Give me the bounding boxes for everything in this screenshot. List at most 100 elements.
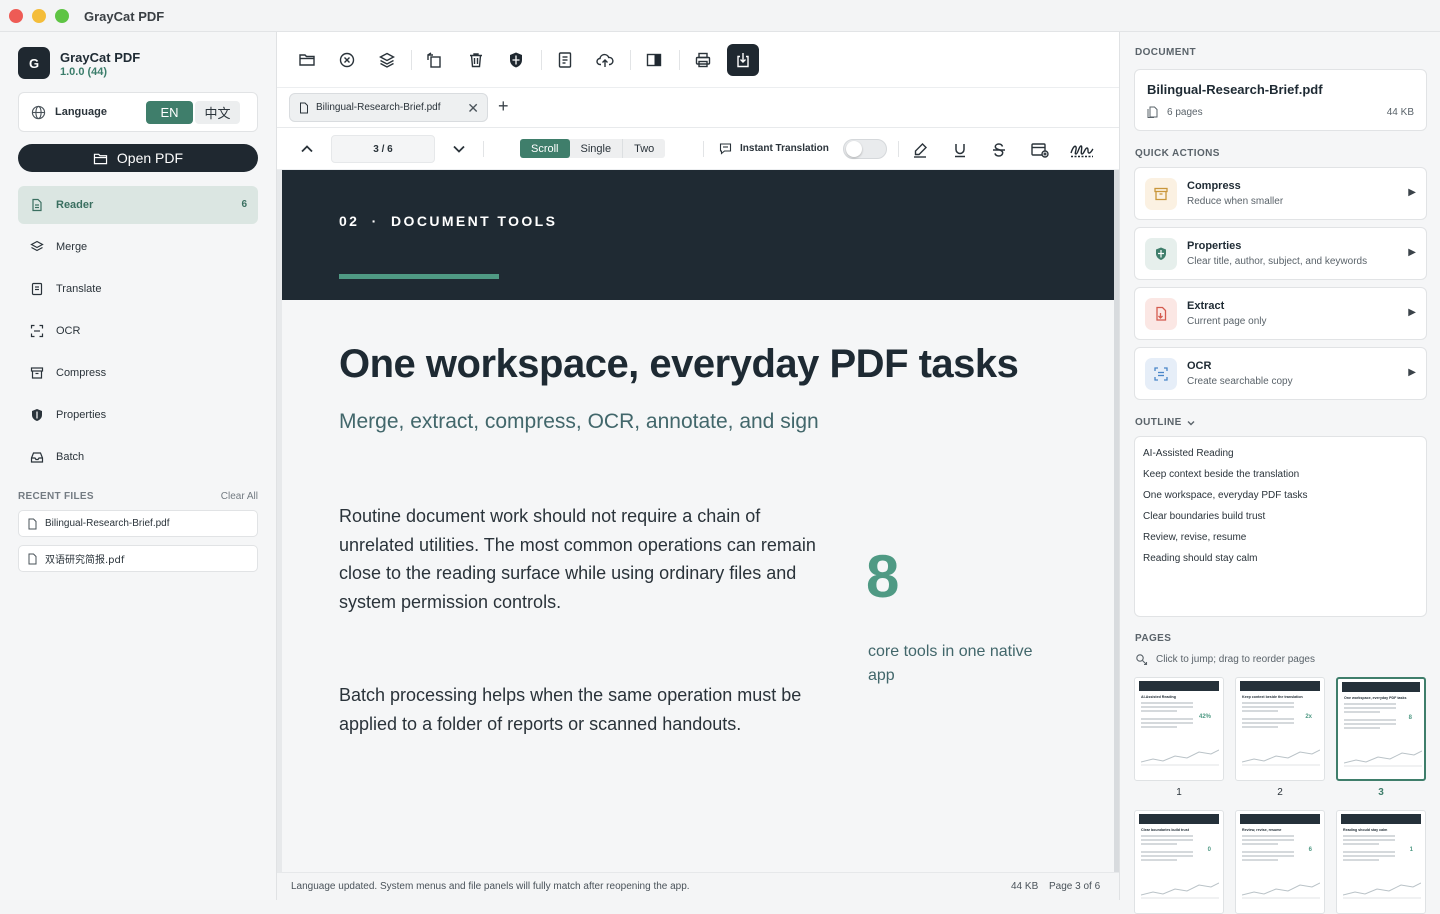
thumbnail-text-line bbox=[1343, 851, 1395, 853]
page-thumbnail[interactable]: Review, revise, resume 6 bbox=[1235, 810, 1325, 914]
sidebar-item-properties[interactable]: Properties bbox=[18, 396, 258, 434]
view-mode-two[interactable]: Two bbox=[623, 139, 665, 158]
tab-bar: Bilingual-Research-Brief.pdf ✕ + bbox=[277, 88, 1119, 128]
chevron-down-icon bbox=[1187, 420, 1195, 425]
thumbnail-title: One workspace, everyday PDF tasks bbox=[1344, 696, 1407, 700]
extract-icon bbox=[1145, 298, 1177, 330]
page-thumbnail[interactable]: Clear boundaries build trust 0 bbox=[1134, 810, 1224, 914]
page-header-band: 02 · DOCUMENT TOOLS bbox=[282, 170, 1114, 300]
instant-translation-toggle[interactable] bbox=[843, 139, 887, 159]
translate-button[interactable] bbox=[549, 44, 581, 76]
app-name: GrayCat PDF bbox=[60, 50, 141, 65]
page-thumbnail[interactable]: Keep context beside the translation 2x bbox=[1235, 677, 1325, 781]
note-button[interactable] bbox=[1029, 139, 1051, 161]
view-mode-single[interactable]: Single bbox=[570, 139, 624, 158]
quick-action-extract[interactable]: Extract Current page only ▶ bbox=[1134, 287, 1427, 340]
play-arrow-icon: ▶ bbox=[1408, 187, 1416, 198]
toggle-panel-button[interactable] bbox=[638, 44, 670, 76]
quick-action-subtitle: Reduce when smaller bbox=[1187, 196, 1284, 207]
outline-toggle[interactable]: OUTLINE bbox=[1135, 417, 1196, 428]
print-button[interactable] bbox=[687, 44, 719, 76]
view-mode-scroll[interactable]: Scroll bbox=[520, 139, 570, 158]
close-document-button[interactable] bbox=[331, 44, 363, 76]
open-pdf-button[interactable]: Open PDF bbox=[18, 144, 258, 172]
book-icon bbox=[558, 52, 572, 68]
quick-action-compress[interactable]: Compress Reduce when smaller ▶ bbox=[1134, 167, 1427, 220]
sidebar-item-reader[interactable]: Reader 6 bbox=[18, 186, 258, 224]
delete-page-button[interactable] bbox=[460, 44, 492, 76]
thumbnail-stat: 2x bbox=[1305, 714, 1312, 720]
merge-button[interactable] bbox=[371, 44, 403, 76]
sidebar-item-merge[interactable]: Merge bbox=[18, 228, 258, 266]
language-option-en[interactable]: EN bbox=[146, 101, 193, 124]
thumbnail-page-number: 2 bbox=[1277, 787, 1283, 798]
rotate-button[interactable] bbox=[418, 44, 450, 76]
open-folder-button[interactable] bbox=[291, 44, 323, 76]
signature-icon bbox=[1070, 145, 1094, 158]
quick-action-ocr[interactable]: OCR Create searchable copy ▶ bbox=[1134, 347, 1427, 400]
toolbar-divider bbox=[630, 50, 631, 70]
app-logo: G bbox=[18, 47, 50, 79]
recent-file-name: Bilingual-Research-Brief.pdf bbox=[45, 518, 170, 529]
inspector-panel: DOCUMENT Bilingual-Research-Brief.pdf 6 … bbox=[1119, 32, 1440, 914]
quick-action-subtitle: Create searchable copy bbox=[1187, 376, 1293, 387]
close-window-button[interactable] bbox=[9, 9, 23, 23]
document-icon bbox=[28, 518, 37, 530]
sidebar-item-batch[interactable]: Batch bbox=[18, 438, 258, 476]
thumbnail-stat: 42% bbox=[1198, 714, 1211, 720]
language-option-zh[interactable]: 中文 bbox=[195, 101, 240, 124]
sidebar-item-compress[interactable]: Compress bbox=[18, 354, 258, 392]
thumbnail-stat: 0 bbox=[1207, 847, 1211, 853]
minimize-window-button[interactable] bbox=[32, 9, 46, 23]
stat-number: 8 bbox=[866, 543, 900, 610]
export-button[interactable] bbox=[727, 44, 759, 76]
page-thumbnail[interactable]: AI-Assisted Reading 42% bbox=[1134, 677, 1224, 781]
viewbar-divider bbox=[898, 141, 899, 157]
outline-item[interactable]: Review, revise, resume bbox=[1143, 531, 1418, 552]
thumbnail-stat: 8 bbox=[1408, 715, 1412, 721]
recent-file-name: 双语研究简报.pdf bbox=[45, 555, 125, 566]
sidebar-item-translate[interactable]: Translate bbox=[18, 270, 258, 308]
thumbnail-sparkline bbox=[1344, 750, 1422, 767]
language-label: Language bbox=[55, 106, 107, 118]
recent-file-item[interactable]: Bilingual-Research-Brief.pdf bbox=[18, 510, 258, 537]
sidebar: G GrayCat PDF 1.0.0 (44) Language EN 中文 … bbox=[0, 32, 277, 900]
recent-files-header: RECENT FILES Clear All bbox=[18, 491, 258, 502]
previous-page-button[interactable] bbox=[296, 138, 318, 160]
outline-item[interactable]: Clear boundaries build trust bbox=[1143, 510, 1418, 531]
upload-button[interactable] bbox=[589, 44, 621, 76]
title-bar: GrayCat PDF bbox=[0, 0, 1440, 32]
outline-item[interactable]: AI-Assisted Reading bbox=[1143, 447, 1418, 468]
viewbar-divider bbox=[703, 141, 704, 157]
close-tab-icon[interactable]: ✕ bbox=[467, 100, 479, 117]
thumbnail-stat: 1 bbox=[1409, 847, 1413, 853]
quick-action-title: Properties bbox=[1187, 240, 1242, 252]
document-canvas[interactable]: 02 · DOCUMENT TOOLS One workspace, every… bbox=[277, 170, 1119, 872]
quick-action-properties[interactable]: Properties Clear title, author, subject,… bbox=[1134, 227, 1427, 280]
outline-item[interactable]: Reading should stay calm bbox=[1143, 552, 1418, 573]
strikethrough-button[interactable] bbox=[988, 139, 1010, 161]
thumbnail-text-line bbox=[1141, 710, 1177, 712]
outline-item[interactable]: One workspace, everyday PDF tasks bbox=[1143, 489, 1418, 510]
thumbnail-text-line bbox=[1242, 851, 1294, 853]
add-tab-button[interactable]: + bbox=[498, 96, 509, 117]
clear-all-button[interactable]: Clear All bbox=[221, 491, 258, 502]
signature-button[interactable] bbox=[1067, 139, 1097, 161]
next-page-button[interactable] bbox=[448, 138, 470, 160]
page-thumbnail[interactable]: One workspace, everyday PDF tasks 8 bbox=[1336, 677, 1426, 781]
trash-icon bbox=[470, 53, 482, 68]
properties-button[interactable] bbox=[500, 44, 532, 76]
highlighter-button[interactable] bbox=[909, 139, 931, 161]
document-tab[interactable]: Bilingual-Research-Brief.pdf ✕ bbox=[289, 93, 488, 122]
sidebar-item-ocr[interactable]: OCR bbox=[18, 312, 258, 350]
page-thumbnail[interactable]: Reading should stay calm 1 bbox=[1336, 810, 1426, 914]
outline-item[interactable]: Keep context beside the translation bbox=[1143, 468, 1418, 489]
toolbar-divider bbox=[411, 50, 412, 70]
sidebar-nav: Reader 6 Merge Translate OCR Compress Pr… bbox=[18, 186, 258, 480]
page-number-field[interactable]: 3 / 6 bbox=[331, 135, 435, 163]
recent-file-item[interactable]: 双语研究简报.pdf bbox=[18, 545, 258, 572]
shield-icon bbox=[510, 52, 522, 68]
outline-heading: OUTLINE bbox=[1135, 417, 1182, 428]
zoom-window-button[interactable] bbox=[55, 9, 69, 23]
underline-button[interactable] bbox=[949, 139, 971, 161]
